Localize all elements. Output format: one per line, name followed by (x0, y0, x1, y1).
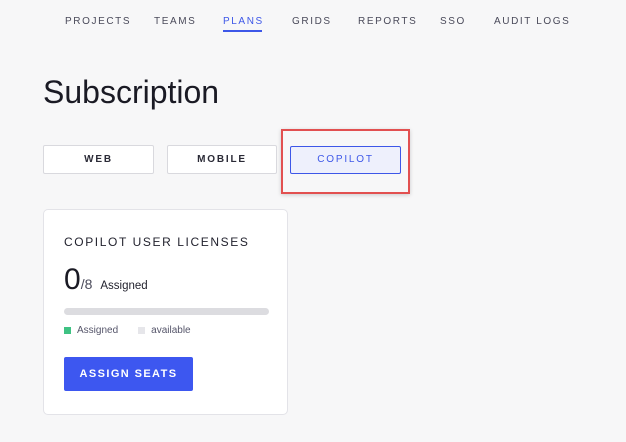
tab-copilot[interactable]: COPILOT (290, 146, 401, 174)
tab-web[interactable]: WEB (43, 145, 154, 174)
assigned-swatch-icon (64, 327, 71, 334)
nav-sso[interactable]: SSO (440, 16, 466, 27)
nav-grids[interactable]: GRIDS (292, 16, 332, 27)
license-card: COPILOT USER LICENSES 0/8 Assigned Assign… (43, 209, 288, 415)
legend-assigned: Assigned (64, 325, 118, 336)
nav-audit-logs[interactable]: AUDIT LOGS (494, 16, 570, 27)
assign-seats-button[interactable]: ASSIGN SEATS (64, 357, 193, 391)
legend: Assigned available (64, 325, 211, 336)
license-count: 0/8 Assigned (64, 262, 148, 298)
nav-projects[interactable]: PROJECTS (65, 16, 131, 27)
nav-plans[interactable]: PLANS (223, 16, 264, 32)
license-progress-bar (64, 308, 269, 315)
total-count: /8 (80, 276, 93, 292)
legend-available-label: available (151, 325, 191, 336)
legend-assigned-label: Assigned (77, 325, 119, 336)
page-title: Subscription (43, 74, 220, 110)
assigned-count: 0 (64, 263, 81, 296)
nav-teams[interactable]: TEAMS (154, 16, 196, 27)
nav-reports[interactable]: REPORTS (358, 16, 417, 27)
tab-mobile[interactable]: MOBILE (167, 145, 277, 174)
legend-available: available (138, 325, 191, 336)
available-swatch-icon (138, 327, 146, 334)
top-nav: PROJECTS TEAMS PLANS GRIDS REPORTS SSO A… (0, 0, 626, 44)
assigned-label: Assigned (100, 280, 148, 292)
card-title: COPILOT USER LICENSES (64, 235, 250, 249)
